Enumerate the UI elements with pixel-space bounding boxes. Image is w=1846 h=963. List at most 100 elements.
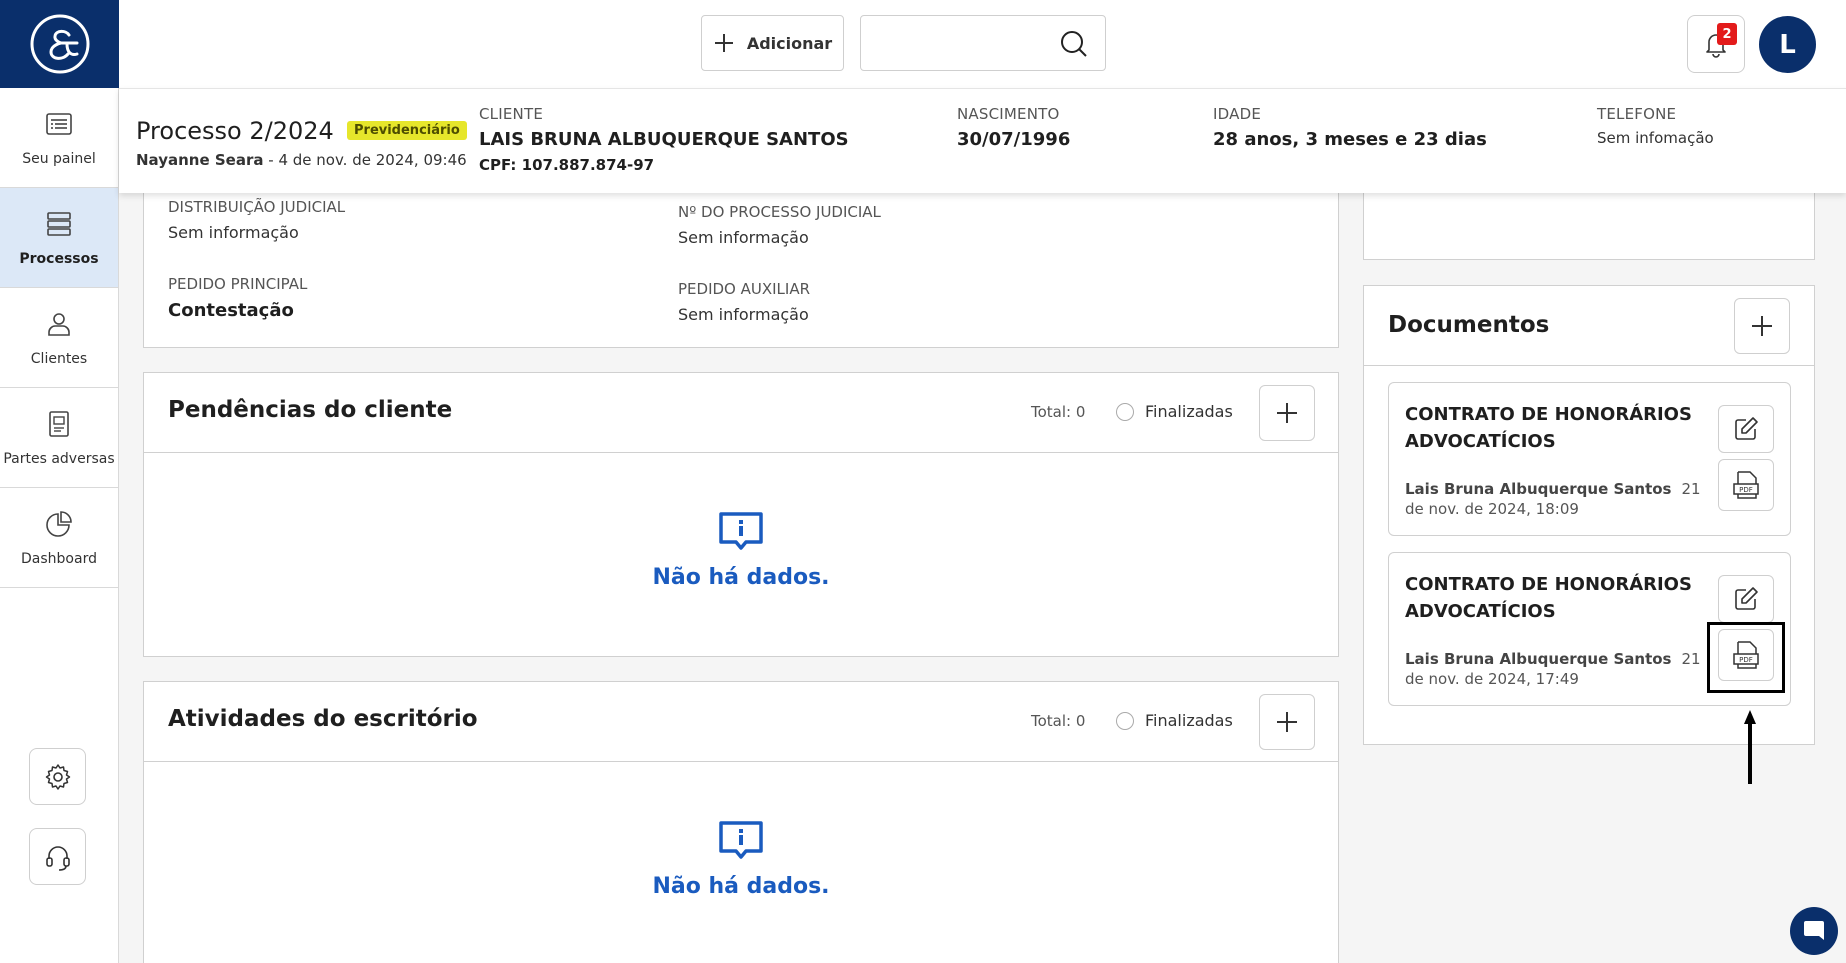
headset-icon: [45, 845, 70, 871]
main-request-label: PEDIDO PRINCIPAL: [168, 275, 308, 293]
category-badge: Previdenciário: [347, 121, 467, 140]
stack-icon: [47, 211, 71, 236]
document-meta: Lais Bruna Albuquerque Santos 21 de nov. …: [1405, 649, 1705, 689]
sidebar-item-processos[interactable]: Processos: [0, 188, 118, 288]
plus-icon: [714, 34, 733, 52]
sidebar-item-label: Dashboard: [21, 550, 97, 567]
pendencias-header: Pendências do cliente Total: 0 Finalizad…: [144, 373, 1338, 453]
distribution-value: Sem informação: [168, 223, 299, 242]
empty-text: Não há dados.: [652, 565, 830, 590]
sidebar-item-label: Seu painel: [22, 150, 96, 167]
age-value: 28 anos, 3 meses e 23 dias: [1213, 129, 1487, 150]
finalized-label[interactable]: Finalizadas: [1145, 402, 1233, 421]
notification-count-badge: 2: [1717, 23, 1737, 45]
add-pendencia-button[interactable]: [1259, 385, 1315, 441]
arrow-up-icon: [1744, 710, 1756, 784]
atividades-title: Atividades do escritório: [168, 706, 478, 732]
main-request-value: Contestação: [168, 300, 294, 321]
empty-state: Não há dados.: [144, 511, 1338, 590]
finalized-radio[interactable]: [1116, 403, 1134, 421]
user-icon: [48, 312, 70, 336]
aux-request-label: PEDIDO AUXILIAR: [678, 280, 811, 298]
document-title: CONTRATO DE HONORÁRIOS ADVOCATÍCIOS: [1405, 404, 1692, 452]
dashboard-list-icon: [46, 112, 72, 135]
process-title: Processo 2/2024: [136, 117, 334, 145]
document-title: CONTRATO DE HONORÁRIOS ADVOCATÍCIOS: [1405, 574, 1692, 622]
client-info: CLIENTE LAIS BRUNA ALBUQUERQUE SANTOS CP…: [479, 105, 849, 174]
support-button[interactable]: [29, 828, 86, 885]
search-icon[interactable]: [1059, 29, 1089, 59]
empty-state: Não há dados.: [144, 820, 1338, 899]
documentos-title: Documentos: [1388, 312, 1550, 338]
chat-bubble-icon: [1804, 921, 1824, 940]
documentos-panel: Documentos CONTRATO DE HONORÁRIOS ADVOCA…: [1363, 285, 1815, 745]
plus-icon: [1277, 403, 1297, 423]
info-message-icon: [719, 821, 763, 859]
add-document-button[interactable]: [1734, 298, 1790, 354]
sidebar: Seu painel Processos Clientes Partes adv…: [0, 0, 119, 963]
birth-info: NASCIMENTO 30/07/1996: [957, 105, 1070, 150]
add-button-label: Adicionar: [746, 33, 833, 53]
pdf-file-icon: PDF: [1733, 641, 1759, 669]
birth-value: 30/07/1996: [957, 129, 1071, 150]
sidebar-item-partes-adversas[interactable]: Partes adversas: [0, 388, 118, 488]
document-author: Lais Bruna Albuquerque Santos: [1405, 480, 1672, 498]
settings-button[interactable]: [29, 748, 86, 805]
sidebar-item-label: Clientes: [30, 350, 88, 367]
plus-icon: [1752, 316, 1772, 336]
finalized-radio[interactable]: [1116, 712, 1134, 730]
pdf-file-icon: PDF: [1733, 471, 1759, 499]
edit-icon: [1735, 417, 1758, 440]
empty-text: Não há dados.: [652, 874, 830, 899]
atividades-header: Atividades do escritório Total: 0 Finali…: [144, 682, 1338, 762]
pendencias-title: Pendências do cliente: [168, 397, 453, 423]
pendencias-panel: Pendências do cliente Total: 0 Finalizad…: [143, 372, 1339, 657]
process-date: - 4 de nov. de 2024, 09:46: [263, 151, 467, 169]
process-number-value: Sem informação: [678, 228, 809, 247]
process-meta: Nayanne Seara - 4 de nov. de 2024, 09:46: [136, 151, 467, 169]
app-logo[interactable]: [0, 0, 119, 88]
phone-value: Sem infomação: [1597, 129, 1714, 147]
edit-document-button[interactable]: [1718, 575, 1774, 623]
plus-icon: [1277, 712, 1297, 732]
edit-document-button[interactable]: [1718, 405, 1774, 453]
gear-icon: [45, 763, 70, 790]
sidebar-item-dashboard[interactable]: Dashboard: [0, 488, 118, 588]
client-name[interactable]: LAIS BRUNA ALBUQUERQUE SANTOS: [479, 129, 849, 150]
age-label: IDADE: [1213, 105, 1261, 123]
svg-text:PDF: PDF: [1739, 486, 1753, 494]
birth-label: NASCIMENTO: [957, 105, 1060, 123]
sidebar-item-seu-painel[interactable]: Seu painel: [0, 88, 118, 188]
download-pdf-button[interactable]: PDF: [1718, 629, 1774, 681]
ampersand-logo-icon: [30, 14, 89, 74]
atividades-total: Total: 0: [1031, 712, 1086, 730]
add-atividade-button[interactable]: [1259, 694, 1315, 750]
sidebar-item-clientes[interactable]: Clientes: [0, 288, 118, 388]
document-author: Lais Bruna Albuquerque Santos: [1405, 650, 1672, 668]
notifications-button[interactable]: 2: [1687, 15, 1745, 73]
document-card[interactable]: CONTRATO DE HONORÁRIOS ADVOCATÍCIOS Lais…: [1388, 552, 1791, 706]
sidebar-item-label: Processos: [19, 250, 99, 267]
finalized-label[interactable]: Finalizadas: [1145, 711, 1233, 730]
phone-info: TELEFONE Sem infomação: [1597, 105, 1714, 147]
documentos-header: Documentos: [1364, 286, 1814, 366]
aux-request-value: Sem informação: [678, 305, 809, 324]
age-info: IDADE 28 anos, 3 meses e 23 dias: [1213, 105, 1487, 150]
avatar[interactable]: L: [1759, 16, 1816, 73]
document-card[interactable]: CONTRATO DE HONORÁRIOS ADVOCATÍCIOS Lais…: [1388, 382, 1791, 536]
pendencias-total: Total: 0: [1031, 403, 1086, 421]
document-person-icon: [49, 410, 69, 437]
search-input[interactable]: [871, 26, 1051, 60]
atividades-panel: Atividades do escritório Total: 0 Finali…: [143, 681, 1339, 963]
process-author: Nayanne Seara: [136, 151, 264, 169]
chat-button[interactable]: [1790, 907, 1838, 955]
phone-label: TELEFONE: [1597, 105, 1677, 123]
distribution-label: DISTRIBUIÇÃO JUDICIAL: [168, 198, 346, 216]
add-button[interactable]: Adicionar: [701, 15, 844, 71]
process-number-label: Nº DO PROCESSO JUDICIAL: [678, 203, 881, 221]
client-cpf: CPF: 107.887.874-97: [479, 156, 655, 174]
info-message-icon: [719, 512, 763, 550]
process-header: Processo 2/2024 Previdenciário Nayanne S…: [119, 88, 1846, 193]
search-field[interactable]: [860, 15, 1106, 71]
download-pdf-button[interactable]: PDF: [1718, 459, 1774, 511]
